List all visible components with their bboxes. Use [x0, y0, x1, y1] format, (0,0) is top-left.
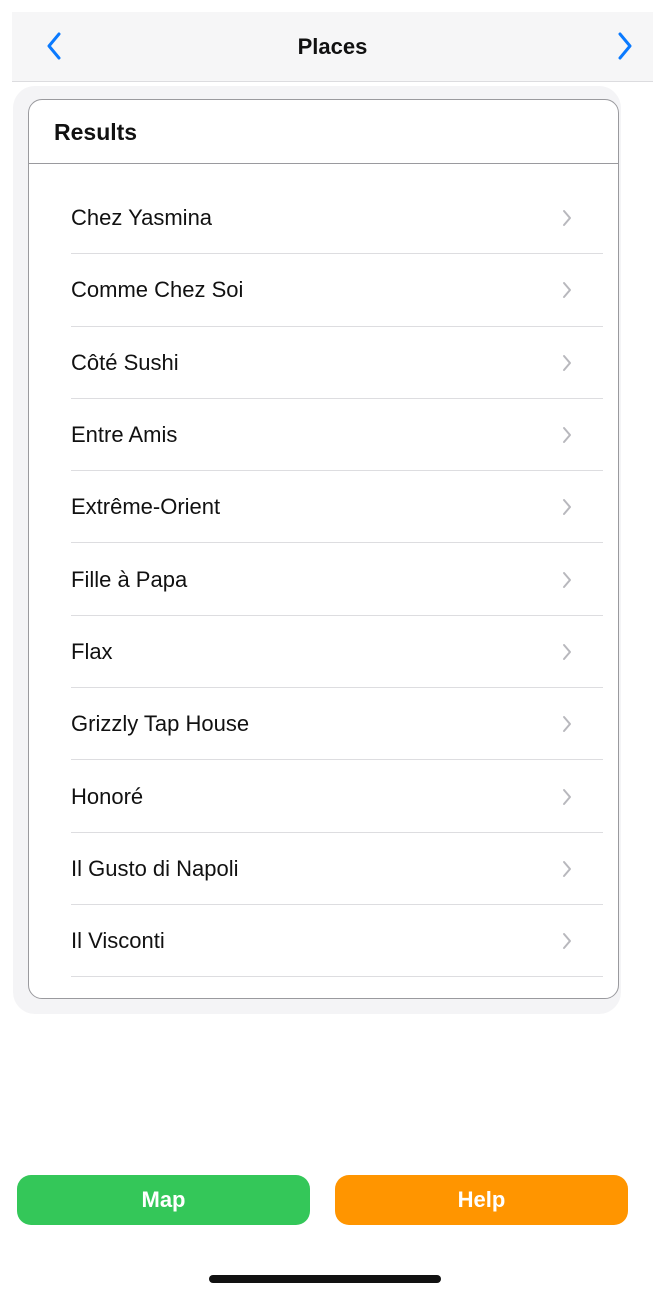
- list-item[interactable]: Inckliné: [44, 977, 603, 998]
- list-item[interactable]: Honoré: [44, 760, 603, 833]
- map-button[interactable]: Map: [17, 1175, 310, 1225]
- list-item[interactable]: Entre Amis: [44, 398, 603, 472]
- chevron-right-icon: [563, 427, 571, 444]
- chevron-right-icon: [563, 499, 571, 516]
- list-item-label: Flax: [71, 638, 113, 664]
- list-item-label: Il Visconti: [71, 928, 165, 954]
- home-indicator: [209, 1275, 441, 1283]
- chevron-right-icon: [563, 933, 571, 950]
- list-item-label: Entre Amis: [71, 422, 178, 448]
- results-header: Results: [29, 100, 618, 164]
- list-item[interactable]: Il Gusto di Napoli: [44, 832, 603, 905]
- navigation-bar: Places: [12, 12, 653, 82]
- list-item-label: Il Gusto di Napoli: [71, 855, 239, 881]
- list-item[interactable]: Côté Sushi: [44, 326, 603, 399]
- chevron-right-icon: [618, 32, 632, 60]
- chevron-right-icon: [563, 788, 571, 805]
- chevron-right-icon: [563, 571, 571, 588]
- list-item-label: Fille à Papa: [71, 566, 188, 592]
- forward-button[interactable]: [605, 26, 645, 66]
- results-card: Results Chez Yasmina Comme Chez Soi Côté S…: [28, 99, 619, 999]
- list-item[interactable]: Grizzly Tap House: [44, 688, 603, 761]
- list-item-label: Honoré: [71, 783, 144, 809]
- chevron-right-icon: [563, 282, 571, 299]
- help-button[interactable]: Help: [335, 1175, 628, 1225]
- list-item[interactable]: Flax: [44, 615, 603, 689]
- list-item-label: Grizzly Tap House: [71, 711, 250, 737]
- list-item-label: Extrême-Orient: [71, 494, 221, 520]
- chevron-right-icon: [563, 210, 571, 227]
- chevron-right-icon: [563, 643, 571, 660]
- chevron-right-icon: [563, 716, 571, 733]
- list-item[interactable]: Comme Chez Soi: [44, 254, 603, 327]
- chevron-right-icon: [563, 860, 571, 877]
- page-title: Places: [297, 34, 368, 59]
- results-list: Chez Yasmina Comme Chez Soi Côté Sushi Entr…: [44, 182, 603, 998]
- list-item-label: Comme Chez Soi: [71, 277, 244, 303]
- list-item[interactable]: Extrême-Orient: [44, 471, 603, 544]
- list-item[interactable]: Chez Yasmina: [44, 182, 603, 255]
- chevron-right-icon: [563, 354, 571, 371]
- list-item[interactable]: Fille à Papa: [44, 543, 603, 616]
- list-item[interactable]: Il Visconti: [44, 904, 603, 978]
- list-item-label: Côté Sushi: [71, 349, 179, 375]
- list-item-label: Chez Yasmina: [71, 205, 213, 231]
